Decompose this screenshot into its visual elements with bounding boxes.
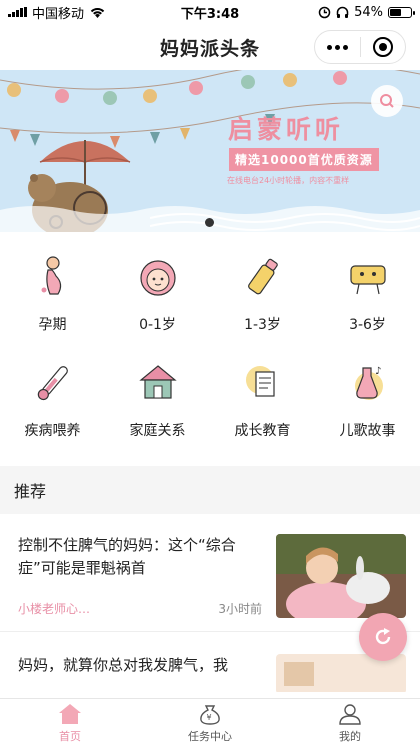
article-thumbnail [276,534,406,618]
carousel-indicator[interactable] [205,218,214,227]
alarm-icon [318,6,331,18]
recommend-heading: 推荐 [0,466,420,514]
category-0-1[interactable]: 0-1岁 [105,254,210,360]
more-dots-icon [326,44,348,50]
svg-text:¥: ¥ [207,713,212,722]
status-bar: 中国移动 下午3:48 54% [0,0,420,24]
svg-text:♪: ♪ [375,366,381,377]
category-label: 3-6岁 [349,317,386,333]
user-icon [339,704,361,725]
signal-icon [8,7,27,17]
banner-subtitle: 精选10000首优质资源 [229,148,379,171]
mini-program-capsule [314,30,406,64]
category-illness-feeding[interactable]: 疾病喂养 [0,360,105,466]
category-family[interactable]: 家庭关系 [105,360,210,466]
tab-home[interactable]: 首页 [0,699,140,747]
category-grid: 孕期 0-1岁 1-3岁 3-6岁 疾病喂养 家庭关系 成长教育 ♪ 儿歌故事 [0,232,420,466]
refresh-button[interactable] [359,613,407,661]
category-pregnancy[interactable]: 孕期 [0,254,105,360]
headphones-icon [336,6,349,18]
category-3-6[interactable]: 3-6岁 [315,254,420,360]
tab-label: 我的 [339,730,361,743]
tab-mine[interactable]: 我的 [280,699,420,747]
category-growth[interactable]: 成长教育 [210,360,315,466]
category-label: 孕期 [38,317,67,333]
page-title: 妈妈派头条 [159,37,260,60]
battery-icon [388,6,415,18]
growth-book-icon [245,366,275,397]
banner-carousel[interactable]: 启蒙听听 精选10000首优质资源 在线电台24小时轮播，内容不重样 [0,70,420,232]
more-button[interactable] [315,31,360,63]
article-time: 3小时前 [218,602,262,616]
home-icon [59,704,81,724]
category-label: 儿歌故事 [339,423,396,439]
wifi-icon [90,7,105,18]
tab-task-center[interactable]: ¥ 任务中心 [140,699,280,747]
close-mini-program-button[interactable] [361,31,406,63]
category-label: 疾病喂养 [24,423,81,439]
category-label: 家庭关系 [129,423,186,439]
article-card[interactable]: 控制不住脾气的妈妈：这个“综合症”可能是罪魁祸首 小楼老师心… 3小时前 [0,514,420,632]
category-label: 成长教育 [234,423,291,439]
baby-face-icon [139,260,176,296]
baby-bottle-icon [247,258,278,295]
toy-sponge-icon [349,265,386,295]
article-title: 控制不住脾气的妈妈：这个“综合症”可能是罪魁祸首 [18,536,236,577]
money-bag-icon: ¥ [200,705,220,725]
tab-label: 任务中心 [188,730,232,743]
banner-search-button[interactable] [371,85,403,117]
pregnancy-icon [41,256,61,295]
category-songs-stories[interactable]: ♪ 儿歌故事 [315,360,420,466]
article-card[interactable]: 妈妈，就算你总对我发脾气，我 [0,632,420,692]
carrier-label: 中国移动 [32,6,85,22]
target-icon [372,37,393,57]
house-icon [138,365,177,399]
refresh-icon [375,628,391,645]
category-1-3[interactable]: 1-3岁 [210,254,315,360]
category-label: 0-1岁 [139,317,176,333]
search-icon [380,94,394,108]
tab-bar: 首页 ¥ 任务中心 我的 [0,698,420,747]
banner-note: 在线电台24小时轮播，内容不重样 [227,176,350,185]
navigation-bar: 妈妈派头条 [0,24,420,70]
battery-percent: 54% [354,4,383,20]
article-author[interactable]: 小楼老师心… [18,600,90,617]
thermometer-icon [37,366,68,401]
music-flask-icon: ♪ [354,366,383,400]
tab-label: 首页 [59,730,81,743]
category-label: 1-3岁 [244,317,281,333]
banner-title: 启蒙听听 [228,115,345,144]
article-title: 妈妈，就算你总对我发脾气，我 [18,656,229,674]
